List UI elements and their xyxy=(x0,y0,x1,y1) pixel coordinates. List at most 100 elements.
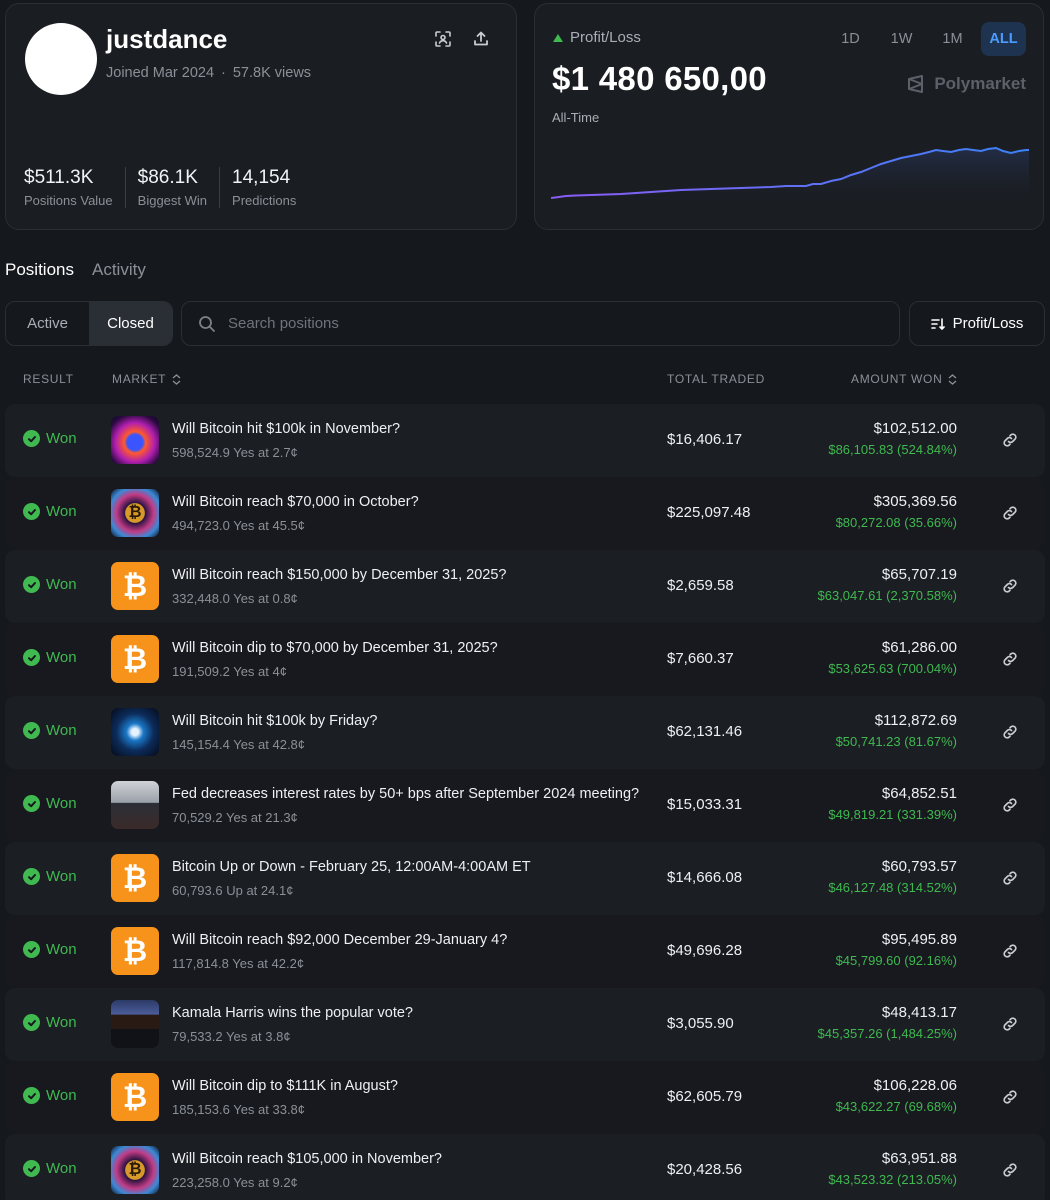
result-label: Won xyxy=(46,868,77,885)
result-cell: Won xyxy=(23,1160,77,1177)
timeframe-1w[interactable]: 1W xyxy=(879,22,924,56)
market-position: 185,153.6 Yes at 33.8¢ xyxy=(172,1102,306,1117)
market-title[interactable]: Will Bitcoin reach $105,000 in November? xyxy=(172,1151,442,1167)
amount-won-cell: $112,872.69 $50,741.23 (81.67%) xyxy=(836,712,957,749)
amount-won: $64,852.51 xyxy=(881,785,957,802)
link-icon[interactable] xyxy=(1001,431,1019,449)
result-label: Won xyxy=(46,722,77,739)
avatar[interactable] xyxy=(25,23,97,95)
amount-won: $63,951.88 xyxy=(881,1150,957,1167)
amount-won: $112,872.69 xyxy=(874,712,957,729)
check-circle-icon xyxy=(23,1014,40,1031)
filter-closed-button[interactable]: Closed xyxy=(89,302,172,345)
scan-icon[interactable] xyxy=(432,28,454,50)
result-cell: Won xyxy=(23,1014,77,1031)
market-thumbnail[interactable] xyxy=(111,708,159,756)
header-amount-won[interactable]: AMOUNT WON xyxy=(851,372,957,386)
market-title[interactable]: Will Bitcoin reach $70,000 in October? xyxy=(172,494,419,510)
result-cell: Won xyxy=(23,941,77,958)
sort-button[interactable]: Profit/Loss xyxy=(909,301,1045,346)
stat-value: 14,154 xyxy=(232,167,291,188)
table-row[interactable]: Won ₿ Will Bitcoin reach $92,000 Decembe… xyxy=(5,915,1045,988)
market-title[interactable]: Will Bitcoin hit $100k in November? xyxy=(172,421,400,437)
link-icon[interactable] xyxy=(1001,942,1019,960)
profit-gain: $43,622.27 (69.68%) xyxy=(835,1099,957,1114)
filter-active-button[interactable]: Active xyxy=(6,302,89,345)
joined-date: Joined Mar 2024 xyxy=(106,65,215,81)
link-icon[interactable] xyxy=(1001,1015,1019,1033)
market-title[interactable]: Bitcoin Up or Down - February 25, 12:00A… xyxy=(172,859,531,875)
table-row[interactable]: Won Will Bitcoin hit $100k in November? … xyxy=(5,404,1045,477)
amount-won: $102,512.00 xyxy=(873,420,957,437)
market-title[interactable]: Will Bitcoin dip to $111K in August? xyxy=(172,1078,398,1094)
profit-gain: $49,819.21 (331.39%) xyxy=(828,807,957,822)
market-thumbnail[interactable] xyxy=(111,416,159,464)
tab-positions[interactable]: Positions xyxy=(5,260,74,280)
market-title[interactable]: Kamala Harris wins the popular vote? xyxy=(172,1005,413,1021)
header-market-label: MARKET xyxy=(112,372,167,386)
amount-won-cell: $63,951.88 $43,523.32 (213.05%) xyxy=(828,1150,957,1187)
market-position: 223,258.0 Yes at 9.2¢ xyxy=(172,1175,298,1190)
market-title[interactable]: Will Bitcoin reach $92,000 December 29-J… xyxy=(172,932,507,948)
link-icon[interactable] xyxy=(1001,1161,1019,1179)
link-icon[interactable] xyxy=(1001,650,1019,668)
table-row[interactable]: Won Kamala Harris wins the popular vote?… xyxy=(5,988,1045,1061)
check-circle-icon xyxy=(23,1087,40,1104)
separator-dot: · xyxy=(221,65,226,81)
timeframe-selector: 1D 1W 1M ALL xyxy=(828,22,1026,56)
table-row[interactable]: Won Fed decreases interest rates by 50+ … xyxy=(5,769,1045,842)
amount-won-cell: $305,369.56 $80,272.08 (35.66%) xyxy=(836,493,957,530)
market-thumbnail[interactable]: ₿ xyxy=(111,489,159,537)
table-row[interactable]: Won ₿ Will Bitcoin reach $150,000 by Dec… xyxy=(5,550,1045,623)
market-thumbnail[interactable] xyxy=(111,781,159,829)
table-row[interactable]: Won ₿ Will Bitcoin reach $105,000 in Nov… xyxy=(5,1134,1045,1200)
table-row[interactable]: Won ₿ Will Bitcoin reach $70,000 in Octo… xyxy=(5,477,1045,550)
total-traded: $225,097.48 xyxy=(667,504,751,521)
amount-won: $305,369.56 xyxy=(873,493,957,510)
amount-won: $61,286.00 xyxy=(881,639,957,656)
amount-won: $65,707.19 xyxy=(881,566,957,583)
link-icon[interactable] xyxy=(1001,1088,1019,1106)
market-thumbnail[interactable]: ₿ xyxy=(111,1073,159,1121)
market-thumbnail[interactable] xyxy=(111,1000,159,1048)
market-title[interactable]: Will Bitcoin hit $100k by Friday? xyxy=(172,713,378,729)
market-thumbnail[interactable]: ₿ xyxy=(111,562,159,610)
table-row[interactable]: Won Will Bitcoin hit $100k by Friday? 14… xyxy=(5,696,1045,769)
link-icon[interactable] xyxy=(1001,796,1019,814)
search-input[interactable] xyxy=(228,315,828,332)
search-icon xyxy=(199,315,215,332)
profit-gain: $46,127.48 (314.52%) xyxy=(828,880,957,895)
market-position: 598,524.9 Yes at 2.7¢ xyxy=(172,445,298,460)
amount-won-cell: $106,228.06 $43,622.27 (69.68%) xyxy=(836,1077,957,1114)
market-title[interactable]: Will Bitcoin reach $150,000 by December … xyxy=(172,567,507,583)
link-icon[interactable] xyxy=(1001,869,1019,887)
table-row[interactable]: Won ₿ Will Bitcoin dip to $111K in Augus… xyxy=(5,1061,1045,1134)
share-icon[interactable] xyxy=(470,28,492,50)
market-thumbnail[interactable]: ₿ xyxy=(111,635,159,683)
profile-stats: $511.3K Positions Value $86.1K Biggest W… xyxy=(24,167,320,208)
total-traded: $49,696.28 xyxy=(667,942,743,959)
timeframe-1d[interactable]: 1D xyxy=(828,22,873,56)
tab-activity[interactable]: Activity xyxy=(92,260,146,280)
link-icon[interactable] xyxy=(1001,723,1019,741)
amount-won-cell: $60,793.57 $46,127.48 (314.52%) xyxy=(828,858,957,895)
result-cell: Won xyxy=(23,1087,77,1104)
market-title[interactable]: Will Bitcoin dip to $70,000 by December … xyxy=(172,640,498,656)
header-market[interactable]: MARKET xyxy=(112,372,181,386)
header-result: RESULT xyxy=(23,372,74,386)
market-thumbnail[interactable]: ₿ xyxy=(111,927,159,975)
stat-label: Predictions xyxy=(232,193,297,208)
link-icon[interactable] xyxy=(1001,504,1019,522)
check-circle-icon xyxy=(23,649,40,666)
pnl-value: $1 480 650,00 xyxy=(552,60,767,97)
market-thumbnail[interactable]: ₿ xyxy=(111,854,159,902)
timeframe-1m[interactable]: 1M xyxy=(930,22,975,56)
table-row[interactable]: Won ₿ Will Bitcoin dip to $70,000 by Dec… xyxy=(5,623,1045,696)
table-row[interactable]: Won ₿ Bitcoin Up or Down - February 25, … xyxy=(5,842,1045,915)
brand-name: Polymarket xyxy=(934,74,1026,93)
timeframe-all[interactable]: ALL xyxy=(981,22,1026,56)
market-title[interactable]: Fed decreases interest rates by 50+ bps … xyxy=(172,786,639,802)
market-thumbnail[interactable]: ₿ xyxy=(111,1146,159,1194)
link-icon[interactable] xyxy=(1001,577,1019,595)
polymarket-logo-icon xyxy=(908,75,924,93)
